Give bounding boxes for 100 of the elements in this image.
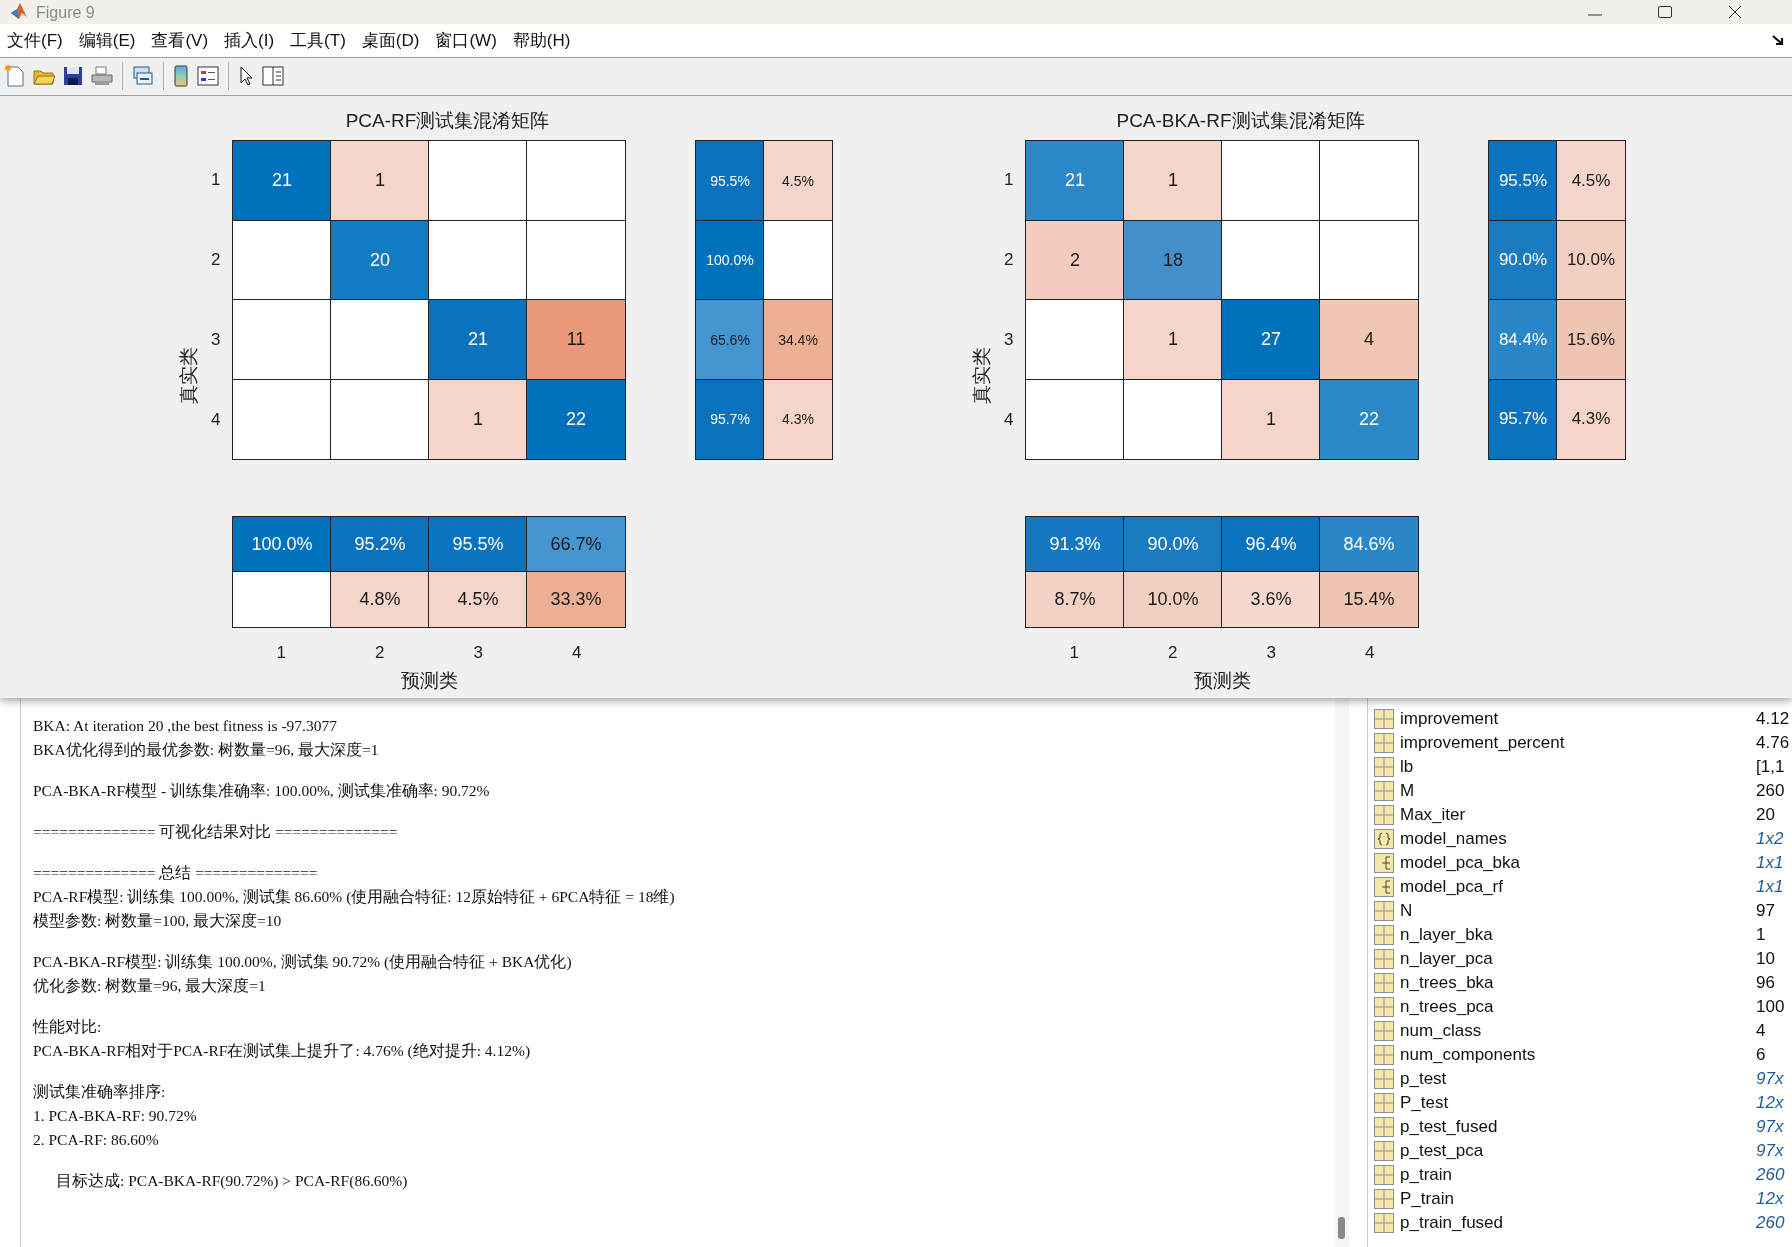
matrix-cell: 21: [429, 300, 527, 380]
variable-name[interactable]: n_layer_bka: [1400, 925, 1493, 945]
undock-arrow-icon[interactable]: [1772, 34, 1786, 47]
variable-name[interactable]: p_train_fused: [1400, 1213, 1504, 1233]
variable-name[interactable]: p_test_fused: [1400, 1117, 1498, 1137]
column-tick-label: 3: [473, 642, 483, 663]
variable-name[interactable]: P_train: [1400, 1189, 1454, 1209]
window-title: Figure 9: [36, 3, 95, 22]
minimize-icon[interactable]: [1588, 11, 1602, 18]
row-summary-cell: 15.6%: [1557, 300, 1625, 380]
row-summary-cell: 90.0%: [1489, 220, 1557, 300]
grid-icon: [1374, 925, 1394, 945]
variable-value: [1,1: [1756, 757, 1785, 777]
variable-value: 97x: [1756, 1069, 1784, 1089]
column-summary-cell: 96.4%: [1222, 517, 1320, 572]
row-tick-label: 3: [1004, 329, 1014, 351]
matrix-cell: 21: [233, 141, 331, 221]
grid-icon: [1374, 901, 1394, 921]
column-tick-label: 3: [1266, 642, 1276, 663]
row-tick-label: 4: [211, 409, 221, 431]
variable-name[interactable]: improvement_percent: [1400, 733, 1565, 753]
console-output-line: 优化参数: 树数量=96, 最大深度=1: [33, 977, 266, 994]
chart-title: PCA-BKA-RF测试集混淆矩阵: [1115, 109, 1366, 133]
x-axis-label: 预测类: [1193, 669, 1251, 693]
matrix-cell: 1: [429, 379, 527, 459]
matrix-cell: 22: [1320, 379, 1418, 459]
row-summary-cell: 10.0%: [1557, 220, 1625, 300]
column-summary-cell: 8.7%: [1026, 572, 1124, 627]
variable-name[interactable]: P_test: [1400, 1093, 1449, 1113]
column-tick-label: 2: [1168, 642, 1178, 663]
variable-name[interactable]: improvement: [1400, 709, 1499, 729]
row-summary-cell: 4.5%: [764, 141, 832, 221]
y-axis-label: 真实类: [176, 346, 199, 404]
column-tick-label: 2: [375, 642, 385, 663]
variable-name[interactable]: N: [1400, 901, 1413, 921]
console-output-line: PCA-BKA-RF相对于PCA-RF在测试集上提升了: 4.76% (绝对提升: 4.12%): [33, 1042, 531, 1059]
menu-item[interactable]: 查看(V): [150, 24, 224, 56]
legend-icon[interactable]: [196, 64, 220, 89]
variable-name[interactable]: lb: [1400, 757, 1414, 777]
menu-item[interactable]: 窗口(W): [434, 24, 512, 56]
row-summary-cell: 95.7%: [696, 379, 764, 459]
column-summary-cell: 4.5%: [429, 572, 527, 627]
grid-icon: [1374, 973, 1394, 993]
matrix-cell: 1: [331, 141, 429, 221]
variable-name[interactable]: model_pca_bka: [1400, 853, 1521, 873]
x-axis-label: 预测类: [400, 669, 458, 693]
variable-value: 4.12: [1756, 709, 1790, 729]
column-tick-label: 4: [1365, 642, 1375, 663]
grid-icon: [1374, 1141, 1394, 1161]
variable-name[interactable]: Max_iter: [1400, 805, 1466, 825]
matrix-cell: 1: [1124, 300, 1222, 380]
console-output-line: 目标达成: PCA-BKA-RF(90.72%) > PCA-RF(86.60%): [55, 1172, 408, 1189]
variable-name[interactable]: model_names: [1400, 829, 1507, 849]
menu-item[interactable]: 编辑(E): [77, 24, 151, 56]
variable-name[interactable]: n_layer_pca: [1400, 949, 1493, 969]
variable-value: 4: [1756, 1021, 1766, 1041]
grid-icon: [1374, 1045, 1394, 1065]
variable-value: 6: [1756, 1045, 1766, 1065]
console-output-line: BKA: At iteration 20 ,the best fitness is -97.3077: [33, 717, 337, 734]
variable-name[interactable]: n_trees_pca: [1400, 997, 1494, 1017]
menu-item[interactable]: 桌面(D): [360, 24, 435, 56]
menu-item[interactable]: 文件(F): [6, 24, 78, 56]
variable-name[interactable]: p_test: [1400, 1069, 1447, 1089]
row-summary-cell: 65.6%: [696, 300, 764, 380]
variable-name[interactable]: M: [1400, 781, 1415, 801]
variable-name[interactable]: p_train: [1400, 1165, 1452, 1185]
column-summary-cell: 90.0%: [1124, 517, 1222, 572]
menu-item[interactable]: 帮助(H): [511, 24, 586, 56]
console-output-line: ============== 可视化结果对比 ==============: [33, 823, 398, 840]
grid-icon: [1374, 1165, 1394, 1185]
row-tick-label: 2: [211, 249, 221, 271]
scrollbar[interactable]: [1335, 698, 1349, 1247]
scrollbar-thumb[interactable]: [1338, 1217, 1345, 1239]
grid-icon: [1374, 733, 1394, 753]
menu-item[interactable]: 插入(I): [223, 24, 290, 56]
column-summary-cell: 4.8%: [331, 572, 429, 627]
matrix-cell: 2: [1026, 220, 1124, 300]
column-summary-cell: 15.4%: [1320, 572, 1418, 627]
maximize-icon[interactable]: [1658, 5, 1672, 18]
variable-value: 260: [1756, 1213, 1785, 1233]
column-summary-cell: 91.3%: [1026, 517, 1124, 572]
grid-icon: [1374, 1213, 1394, 1233]
variable-name[interactable]: num_components: [1400, 1045, 1536, 1065]
colorbar-icon[interactable]: [172, 64, 190, 89]
matrix-cell: 11: [527, 300, 625, 380]
column-tick-label: 1: [1069, 642, 1079, 663]
variable-name[interactable]: num_class: [1400, 1021, 1482, 1041]
console-output-line: PCA-RF模型: 训练集 100.00%, 测试集 86.60% (使用融合特征: 12原始特征 + 6PCA特征 = 18维): [33, 888, 675, 905]
row-tick-label: 2: [1004, 249, 1014, 271]
close-icon[interactable]: [1728, 5, 1742, 18]
variable-name[interactable]: model_pca_rf: [1400, 877, 1503, 897]
variable-name[interactable]: n_trees_bka: [1400, 973, 1494, 993]
chart-title: PCA-RF测试集混淆矩阵: [344, 109, 551, 133]
console-output-line: PCA-BKA-RF模型: 训练集 100.00%, 测试集 90.72% (使用融合特征 + BKA优化): [33, 953, 572, 970]
variable-name[interactable]: p_test_pca: [1400, 1141, 1484, 1161]
menu-item[interactable]: 工具(T): [289, 24, 361, 56]
variable-value: 4.76: [1756, 733, 1790, 753]
row-summary-cell: 84.4%: [1489, 300, 1557, 380]
row-summary-cell: 95.5%: [696, 141, 764, 221]
panel-icon[interactable]: [261, 64, 285, 89]
